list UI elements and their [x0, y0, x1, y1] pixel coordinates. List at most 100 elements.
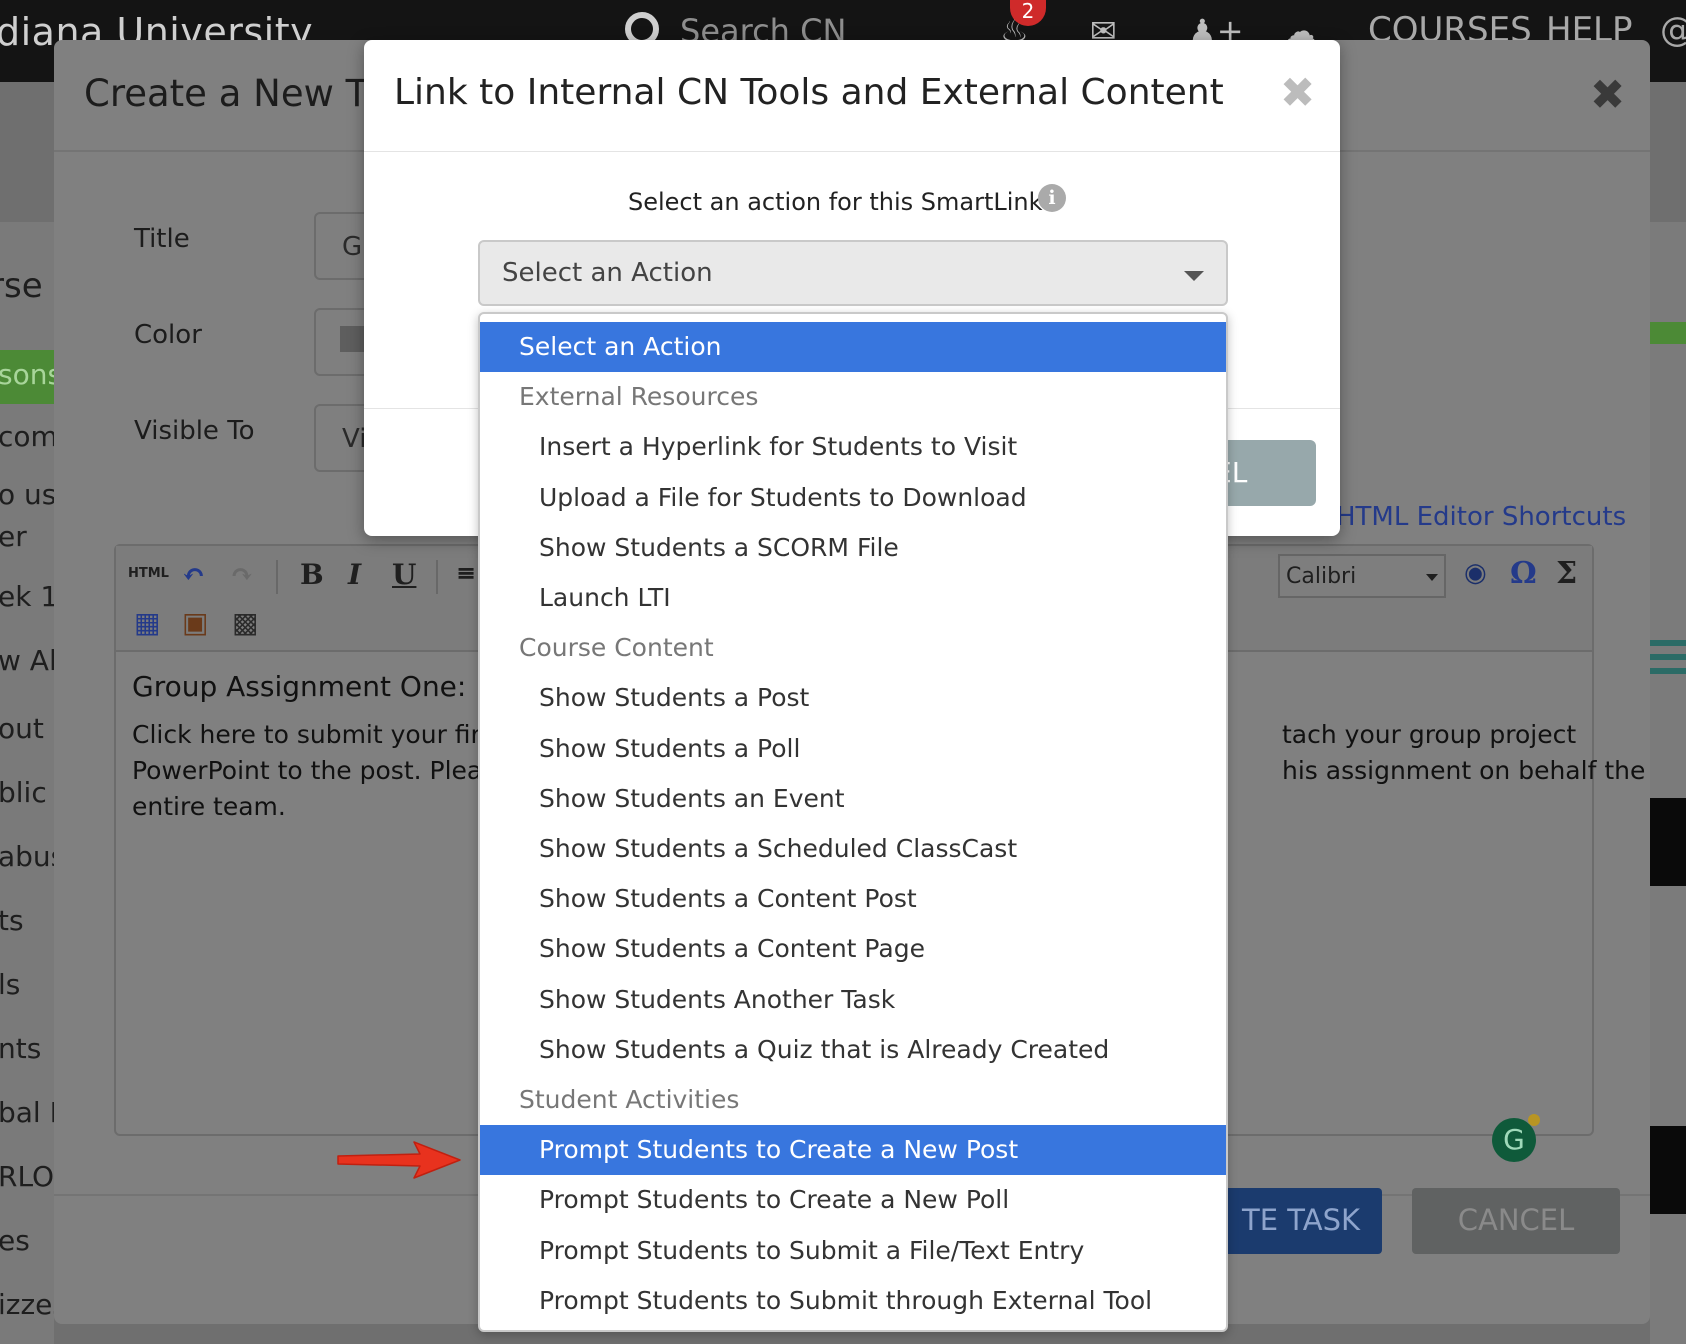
underline-button[interactable]: U [392, 558, 416, 591]
sidebar-item[interactable]: o us k [0, 478, 54, 511]
dropdown-option[interactable]: Upload a File for Students to Download [480, 473, 1226, 523]
sidebar-item[interactable]: er [0, 520, 27, 553]
dropdown-group-header: External Resources [480, 372, 1226, 422]
video-icon[interactable]: ▩ [232, 606, 258, 639]
html-mode-button[interactable]: HTML [128, 566, 169, 581]
dropdown-option-label: Prompt Students to Create a New Poll [539, 1185, 1010, 1215]
sidebar-item[interactable]: ek 1 [0, 580, 54, 613]
dropdown-option-label: Student Activities [519, 1085, 740, 1114]
dropdown-option[interactable]: Launch LTI [480, 573, 1226, 623]
grammarly-icon[interactable]: G [1492, 1114, 1540, 1162]
sidebar-item[interactable]: out [0, 712, 44, 745]
dropdown-option-label: Show Students a Content Post [539, 884, 917, 914]
dropdown-option[interactable]: Prompt Students to Create a New Poll [480, 1175, 1226, 1225]
dropdown-option[interactable]: Show Students a Content Page [480, 924, 1226, 974]
title-label: Title [134, 224, 190, 254]
color-label: Color [134, 320, 202, 350]
dropdown-option-label: Show Students a SCORM File [539, 532, 899, 562]
redo-icon[interactable]: ↷ [230, 558, 253, 591]
dropdown-option[interactable]: Insert a Hyperlink for Students to Visit [480, 422, 1226, 472]
dropdown-option-label: Prompt Students to Submit through Extern… [539, 1285, 1153, 1315]
undo-icon[interactable]: ↶ [182, 558, 205, 591]
dropdown-option-label: Prompt Students to Submit a File/Text En… [539, 1235, 1085, 1265]
sidebar-item[interactable]: abus [0, 840, 54, 873]
accent-lines [1650, 640, 1686, 646]
dropdown-option[interactable]: Prompt Students to Submit a File/Text En… [480, 1226, 1226, 1276]
dropdown-option-label: Show Students a Scheduled ClassCast [539, 834, 1018, 863]
dropdown-option[interactable]: Select an Action [480, 322, 1226, 372]
toolbar-separator [276, 560, 278, 594]
dropdown-option[interactable]: Show Students an Event [480, 774, 1226, 824]
dropdown-option[interactable]: Show Students a SCORM File [480, 523, 1226, 573]
action-select[interactable]: Select an Action [478, 240, 1228, 306]
page-right-edge [1650, 222, 1686, 1344]
align-icon[interactable]: ≡ [456, 558, 476, 587]
modal-title: Link to Internal CN Tools and External C… [394, 72, 1224, 113]
editor-text-line: PowerPoint to the post. Please [132, 756, 511, 785]
sidebar-item[interactable]: blic P [0, 776, 54, 809]
dropdown-option[interactable]: Show Students Another Task [480, 975, 1226, 1025]
dropdown-option-label: Upload a File for Students to Download [539, 482, 1027, 512]
toolbar-separator [436, 560, 438, 594]
editor-text-line: tach your group project [1282, 720, 1577, 749]
font-family-value: Calibri [1286, 564, 1357, 589]
sidebar-item-active[interactable]: sons [0, 350, 54, 404]
sigma-icon[interactable]: Σ [1556, 556, 1577, 591]
sidebar-item[interactable]: ts [0, 904, 24, 937]
dropdown-option-label: Course Content [519, 633, 714, 663]
sidebar-item[interactable]: ls [0, 968, 20, 1001]
editor-text-line: entire team. [132, 792, 286, 821]
create-task-button[interactable]: TE TASK [1218, 1188, 1382, 1254]
dropdown-option[interactable]: Show Students a Poll [480, 724, 1226, 774]
info-icon[interactable]: i [1038, 184, 1066, 212]
dropdown-option-label: Select an Action [519, 332, 722, 361]
dropdown-option[interactable]: Show Students a Content Post [480, 874, 1226, 924]
editor-heading: Group Assignment One: [132, 670, 467, 703]
action-dropdown-list: Select an Action External Resources Insert… [478, 312, 1228, 1332]
dropdown-option-label: Show Students an Event [539, 783, 845, 813]
sidebar-item[interactable]: es [0, 1224, 30, 1257]
dropdown-option-label: Show Students a Quiz that is Already Cre… [539, 1034, 1110, 1064]
dropdown-option[interactable]: Prompt Students to Create a New Post [480, 1125, 1226, 1176]
bold-button[interactable]: B [300, 558, 324, 591]
sidebar-item[interactable]: bal I [0, 1096, 54, 1129]
sidebar-item[interactable]: w All [0, 644, 54, 677]
modal-title: Create a New Tas [84, 72, 405, 115]
action-select-value: Select an Action [502, 258, 713, 288]
sidebar-item-label: sons [0, 358, 54, 391]
cancel-button[interactable]: CANCEL [1412, 1188, 1620, 1254]
html-editor-shortcuts-link[interactable]: HTML Editor Shortcuts [1336, 502, 1626, 532]
dropdown-option-label: Show Students a Post [539, 683, 810, 713]
visible-to-label: Visible To [134, 416, 255, 446]
nav-account[interactable]: @ [1660, 10, 1686, 50]
smartlink-action-label: Select an action for this SmartLink: [628, 188, 1051, 216]
dropdown-option-label: Launch LTI [539, 583, 671, 612]
dropdown-option[interactable]: Show Students a Post [480, 673, 1226, 723]
close-icon[interactable]: ✖ [1280, 68, 1315, 117]
course-sidebar: rse sons come o us k er ek 1 w All out b… [0, 222, 54, 1344]
dropdown-option[interactable]: Prompt Students to Submit through Extern… [480, 1276, 1226, 1326]
sidebar-item[interactable]: come [0, 420, 54, 453]
dropdown-option[interactable]: Show Students a Quiz that is Already Cre… [480, 1025, 1226, 1075]
italic-button[interactable]: I [348, 558, 361, 591]
dark-block [1650, 798, 1686, 886]
image-icon[interactable]: ▣ [182, 606, 208, 639]
sidebar-item[interactable]: RLO [0, 1160, 54, 1193]
table-icon[interactable]: ▦ [134, 606, 160, 639]
visible-to-value: Vi [342, 424, 367, 454]
cn-icon[interactable]: ◉ [1464, 558, 1487, 588]
dropdown-group-header: Student Activities [480, 1075, 1226, 1125]
sidebar-item[interactable]: nts [0, 1032, 41, 1065]
close-icon[interactable]: ✖ [1590, 70, 1625, 119]
sidebar-item[interactable]: izzes [0, 1288, 54, 1321]
dropdown-option-label: Show Students Another Task [539, 984, 896, 1014]
font-family-select[interactable]: Calibri [1278, 554, 1446, 598]
dropdown-option-label: Show Students a Poll [539, 733, 801, 763]
dropdown-option-label: Show Students a Content Page [539, 934, 925, 964]
chevron-down-icon [1426, 574, 1438, 581]
editor-text-line: his assignment on behalf the [1282, 756, 1646, 785]
omega-icon[interactable]: Ω [1510, 556, 1537, 591]
chevron-down-icon [1184, 271, 1204, 281]
dropdown-option[interactable]: Show Students a Scheduled ClassCast [480, 824, 1226, 874]
sidebar-header: rse [0, 266, 43, 306]
